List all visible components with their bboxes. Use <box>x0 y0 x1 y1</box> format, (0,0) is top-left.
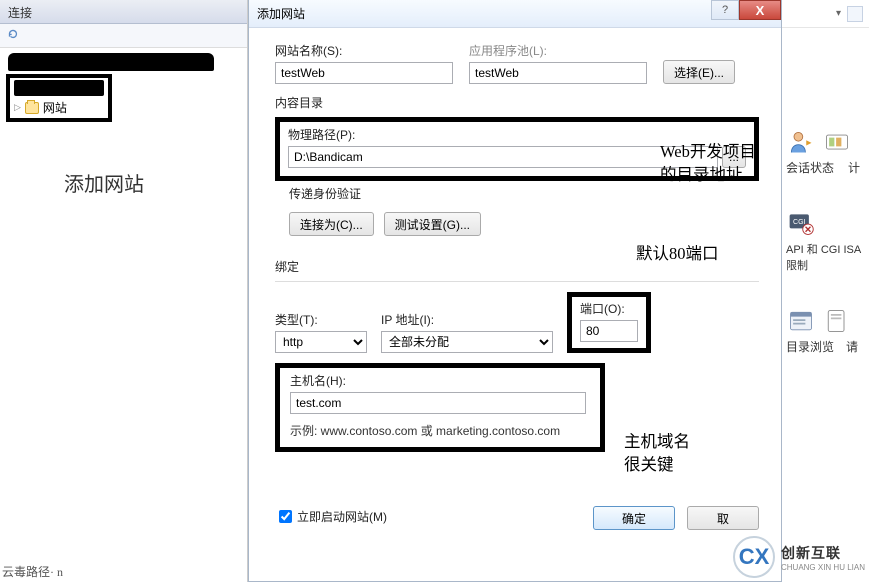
feature-directory-browse[interactable]: 目录浏览 请 <box>786 307 869 355</box>
tree-item-sites[interactable]: ▷ 网站 <box>14 99 104 116</box>
type-select[interactable]: http <box>275 331 367 353</box>
annotation-add-site: 添加网站 <box>64 168 144 197</box>
type-label: 类型(T): <box>275 311 367 328</box>
hostname-highlight: 主机名(H): 示例: www.contoso.com 或 marketing.… <box>275 363 605 452</box>
request-icon <box>822 307 852 335</box>
hostname-label: 主机名(H): <box>290 372 590 389</box>
view-switch-button[interactable] <box>847 6 863 22</box>
app-pool-label: 应用程序池(L): <box>469 42 647 59</box>
help-button[interactable]: ? <box>711 0 739 20</box>
ok-button[interactable]: 确定 <box>593 506 675 530</box>
app-pool-input <box>469 62 647 84</box>
refresh-icon[interactable] <box>6 27 20 41</box>
person-icon <box>786 128 816 156</box>
port-highlight: 端口(O): <box>567 292 651 353</box>
connect-as-button[interactable]: 连接为(C)... <box>289 212 374 236</box>
connections-panel: 连接 ▷ 网站 添加网站 <box>0 0 248 582</box>
hostname-input[interactable] <box>290 392 586 414</box>
chevron-right-icon[interactable]: ▷ <box>14 102 21 113</box>
logo-badge: CX <box>733 536 775 578</box>
close-button[interactable]: X <box>739 0 781 20</box>
connections-header: 连接 <box>0 0 247 24</box>
annotation-host-key: 主机域名 很关键 <box>624 430 690 476</box>
dialog-title: 添加网站 <box>249 5 305 22</box>
cancel-button[interactable]: 取 <box>687 506 759 530</box>
add-website-dialog: 添加网站 ? X 网站名称(S): 应用程序池(L): 选择(E)... 内容目… <box>248 0 782 582</box>
browse-icon <box>786 307 816 335</box>
tree-item-redacted[interactable] <box>14 80 104 96</box>
start-immediately-checkbox[interactable] <box>279 510 292 523</box>
annotation-web-dir: Web开发项目 的目录地址 <box>660 140 756 186</box>
cgi-icon: CGI <box>786 210 816 238</box>
hostname-example: 示例: www.contoso.com 或 marketing.contoso.… <box>290 422 590 439</box>
site-name-input[interactable] <box>275 62 453 84</box>
connections-tree: ▷ 网站 <box>0 48 247 126</box>
physical-path-input[interactable] <box>288 146 718 168</box>
port-label: 端口(O): <box>580 300 638 317</box>
tree-highlight-box: ▷ 网站 <box>6 74 112 122</box>
select-app-pool-button[interactable]: 选择(E)... <box>663 60 735 84</box>
feature-isapi-cgi[interactable]: CGI API 和 CGI ISA 限制 <box>786 210 869 273</box>
feature-session-state[interactable]: 会话状态 计 <box>786 128 869 176</box>
tree-item-label: 网站 <box>43 99 67 116</box>
dialog-titlebar: 添加网站 ? X <box>249 0 781 28</box>
content-dir-label: 内容目录 <box>275 94 759 111</box>
features-strip: ▾ 会话状态 计 CGI API 和 CGI ISA 限制 目录浏览 请 <box>782 0 869 582</box>
pass-auth-label: 传递身份验证 <box>289 185 759 202</box>
test-settings-button[interactable]: 测试设置(G)... <box>384 212 481 236</box>
annotation-default-port: 默认80端口 <box>636 240 719 264</box>
site-name-label: 网站名称(S): <box>275 42 453 59</box>
dropdown-icon[interactable]: ▾ <box>836 8 841 19</box>
connections-toolbar <box>0 24 247 48</box>
start-immediately-label: 立即启动网站(M) <box>297 508 387 525</box>
folder-icon <box>25 102 39 114</box>
svg-text:CGI: CGI <box>793 219 806 226</box>
view-toolbar: ▾ <box>782 0 869 28</box>
tree-server-node[interactable] <box>6 52 216 72</box>
counter-icon <box>822 128 852 156</box>
ip-label: IP 地址(I): <box>381 311 553 328</box>
logo-text-cn: 创新互联 <box>781 543 865 563</box>
ip-select[interactable]: 全部未分配 <box>381 331 553 353</box>
brand-logo: CX 创新互联 CHUANG XIN HU LIAN <box>733 536 865 578</box>
port-input[interactable] <box>580 320 638 342</box>
logo-text-en: CHUANG XIN HU LIAN <box>781 563 865 572</box>
bottom-left-text: 云毒路径· n <box>2 563 63 580</box>
